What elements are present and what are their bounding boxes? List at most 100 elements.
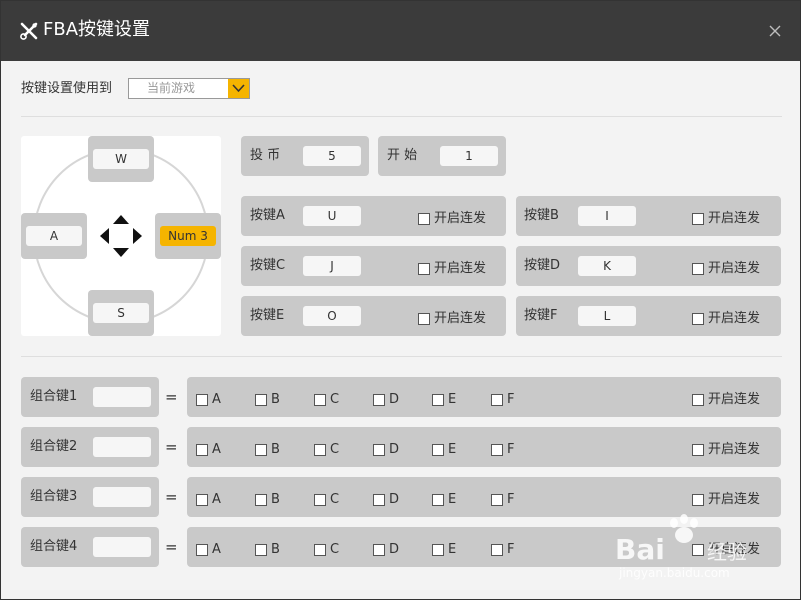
combo-1-option-a[interactable]: A bbox=[196, 389, 221, 407]
checkbox[interactable] bbox=[255, 543, 267, 556]
checkbox[interactable] bbox=[432, 543, 444, 556]
checkbox[interactable] bbox=[692, 312, 704, 325]
combo-2-field[interactable] bbox=[93, 437, 151, 457]
combo-4-option-b[interactable]: B bbox=[255, 539, 280, 557]
combo-3-field[interactable] bbox=[93, 487, 151, 507]
button-a-rapid-fire[interactable]: 开启连发 bbox=[418, 208, 486, 226]
button-e-panel: 按键E O 开启连发 bbox=[241, 296, 506, 336]
checkbox[interactable] bbox=[196, 443, 208, 456]
checkbox[interactable] bbox=[255, 443, 267, 456]
combo-2-option-b[interactable]: B bbox=[255, 439, 280, 457]
coin-label: 投 币 bbox=[250, 148, 281, 163]
combo-3-option-b[interactable]: B bbox=[255, 489, 280, 507]
direction-arrows-icon bbox=[100, 215, 142, 257]
button-c-field[interactable]: J bbox=[303, 256, 361, 276]
button-a-field[interactable]: U bbox=[303, 206, 361, 226]
button-b-rapid-fire[interactable]: 开启连发 bbox=[692, 208, 760, 226]
checkbox[interactable] bbox=[432, 443, 444, 456]
combo-3-option-e[interactable]: E bbox=[432, 489, 456, 507]
target-dropdown[interactable]: 当前游戏 bbox=[128, 78, 250, 99]
button-f-field[interactable]: L bbox=[578, 306, 636, 326]
combo-4-option-e[interactable]: E bbox=[432, 539, 456, 557]
checkbox[interactable] bbox=[692, 543, 704, 556]
checkbox[interactable] bbox=[418, 262, 430, 275]
checkbox[interactable] bbox=[373, 443, 385, 456]
combo-1-field[interactable] bbox=[93, 387, 151, 407]
checkbox[interactable] bbox=[491, 393, 503, 406]
button-d-field[interactable]: K bbox=[578, 256, 636, 276]
combo-4-option-c[interactable]: C bbox=[314, 539, 339, 557]
combo-2-option-a[interactable]: A bbox=[196, 439, 221, 457]
combo-1-option-d[interactable]: D bbox=[373, 389, 399, 407]
dpad-left-key: A bbox=[21, 213, 87, 259]
combo-3-option-f[interactable]: F bbox=[491, 489, 514, 507]
checkbox[interactable] bbox=[692, 393, 704, 406]
chevron-down-icon bbox=[232, 84, 245, 93]
button-c-panel: 按键C J 开启连发 bbox=[241, 246, 506, 286]
checkbox[interactable] bbox=[255, 493, 267, 506]
combo-4-option-f[interactable]: F bbox=[491, 539, 514, 557]
checkbox[interactable] bbox=[314, 443, 326, 456]
combo-2-option-f[interactable]: F bbox=[491, 439, 514, 457]
combo-4-rapid-fire[interactable]: 开启连发 bbox=[692, 539, 760, 557]
checkbox[interactable] bbox=[314, 543, 326, 556]
combo-3-option-c[interactable]: C bbox=[314, 489, 339, 507]
checkbox[interactable] bbox=[196, 493, 208, 506]
combo-1-option-f[interactable]: F bbox=[491, 389, 514, 407]
checkbox[interactable] bbox=[196, 543, 208, 556]
combo-1-rapid-fire[interactable]: 开启连发 bbox=[692, 389, 760, 407]
checkbox[interactable] bbox=[692, 443, 704, 456]
button-c-rapid-fire[interactable]: 开启连发 bbox=[418, 258, 486, 276]
dpad-left-field[interactable]: A bbox=[26, 226, 82, 246]
combo-4-label: 组合键4 bbox=[30, 539, 78, 554]
dpad-down-field[interactable]: S bbox=[93, 303, 149, 323]
dpad-down-key: S bbox=[88, 290, 154, 336]
combo-3-key-panel: 组合键3 bbox=[21, 477, 159, 517]
checkbox[interactable] bbox=[418, 212, 430, 225]
button-e-rapid-fire[interactable]: 开启连发 bbox=[418, 308, 486, 326]
combo-2-option-c[interactable]: C bbox=[314, 439, 339, 457]
coin-field[interactable]: 5 bbox=[303, 146, 361, 166]
checkbox[interactable] bbox=[491, 493, 503, 506]
combo-1-option-b[interactable]: B bbox=[255, 389, 280, 407]
button-b-field[interactable]: I bbox=[578, 206, 636, 226]
combo-2-rapid-fire[interactable]: 开启连发 bbox=[692, 439, 760, 457]
start-panel: 开 始 1 bbox=[378, 136, 506, 176]
dpad-up-field[interactable]: W bbox=[93, 149, 149, 169]
combo-1-equals: = bbox=[165, 388, 178, 406]
checkbox[interactable] bbox=[432, 393, 444, 406]
combo-2-option-e[interactable]: E bbox=[432, 439, 456, 457]
checkbox[interactable] bbox=[491, 543, 503, 556]
combo-4-option-d[interactable]: D bbox=[373, 539, 399, 557]
checkbox[interactable] bbox=[373, 393, 385, 406]
combo-1-option-c[interactable]: C bbox=[314, 389, 339, 407]
combo-3-rapid-fire[interactable]: 开启连发 bbox=[692, 489, 760, 507]
checkbox[interactable] bbox=[432, 493, 444, 506]
checkbox[interactable] bbox=[491, 443, 503, 456]
button-e-label: 按键E bbox=[250, 308, 285, 323]
start-field[interactable]: 1 bbox=[440, 146, 498, 166]
checkbox[interactable] bbox=[692, 493, 704, 506]
combo-4-field[interactable] bbox=[93, 537, 151, 557]
combo-3-option-d[interactable]: D bbox=[373, 489, 399, 507]
checkbox[interactable] bbox=[373, 493, 385, 506]
checkbox[interactable] bbox=[373, 543, 385, 556]
checkbox[interactable] bbox=[692, 262, 704, 275]
combo-4-option-a[interactable]: A bbox=[196, 539, 221, 557]
combo-1-key-panel: 组合键1 bbox=[21, 377, 159, 417]
checkbox[interactable] bbox=[314, 493, 326, 506]
checkbox[interactable] bbox=[418, 312, 430, 325]
combo-2-option-d[interactable]: D bbox=[373, 439, 399, 457]
combo-3-option-a[interactable]: A bbox=[196, 489, 221, 507]
button-d-rapid-fire[interactable]: 开启连发 bbox=[692, 258, 760, 276]
checkbox[interactable] bbox=[314, 393, 326, 406]
checkbox[interactable] bbox=[255, 393, 267, 406]
checkbox[interactable] bbox=[692, 212, 704, 225]
dropdown-button[interactable] bbox=[228, 79, 249, 98]
checkbox[interactable] bbox=[196, 393, 208, 406]
button-f-rapid-fire[interactable]: 开启连发 bbox=[692, 308, 760, 326]
close-icon[interactable] bbox=[765, 21, 785, 41]
button-e-field[interactable]: O bbox=[303, 306, 361, 326]
combo-1-option-e[interactable]: E bbox=[432, 389, 456, 407]
dpad-right-field[interactable]: Num 3 bbox=[160, 226, 216, 246]
